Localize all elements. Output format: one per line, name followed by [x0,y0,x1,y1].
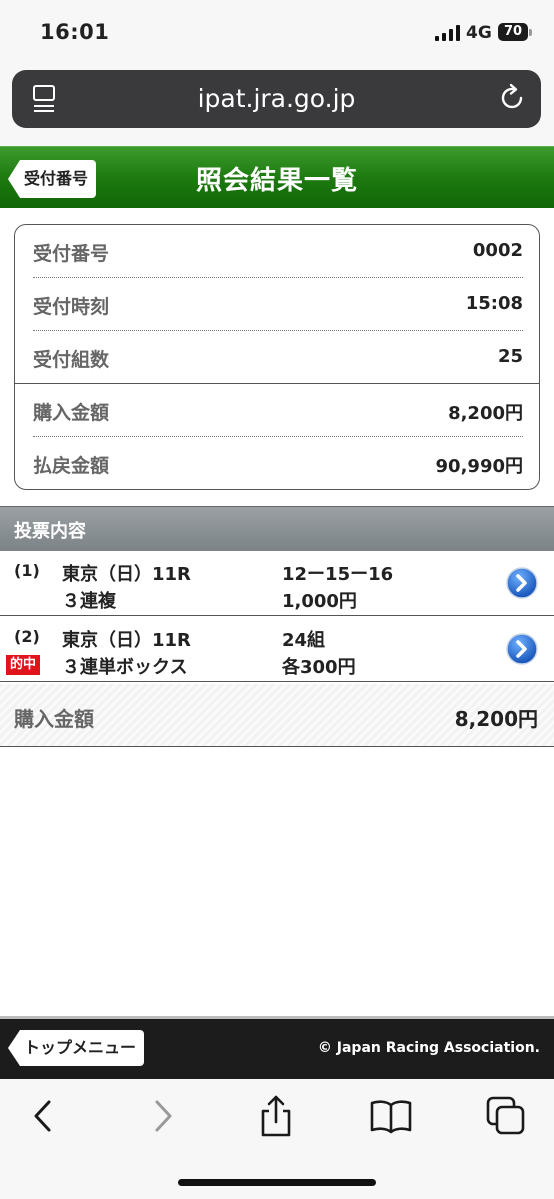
vote-contents-header: 投票内容 [0,506,554,552]
total-purchase-label: 購入金額 [14,707,94,731]
page-header: 受付番号 照会結果一覧 [0,146,554,209]
reload-icon[interactable] [497,83,527,113]
home-indicator [178,1179,376,1186]
chevron-right-icon[interactable] [506,633,538,665]
receipt-count-row: 受付組数 25 [33,331,523,384]
tabs-icon[interactable] [484,1094,528,1138]
receipt-number-label: 受付番号 [33,243,110,265]
bet-row[interactable]: (2) 東京（日）11R 的中 ３連単ボックス 24組 各300円 [0,617,554,682]
battery-icon: 70 [498,23,528,41]
bet-race: 東京（日）11R [62,564,191,585]
page-footer: トップメニュー © Japan Racing Association. [0,1016,554,1079]
payout-amount-row: 払戻金額 90,990円 [33,437,523,489]
bookmarks-icon[interactable] [369,1094,413,1138]
receipt-time-label: 受付時刻 [33,296,110,318]
page-title: 照会結果一覧 [195,166,358,196]
payout-amount-value: 90,990円 [435,456,523,477]
receipt-count-value: 25 [497,346,523,367]
receipt-number-row: 受付番号 0002 [33,225,523,278]
receipt-summary: 受付番号 0002 受付時刻 15:08 受付組数 25 購入金額 8,200円… [14,224,540,490]
chevron-right-icon[interactable] [506,567,538,599]
bet-type: ３連複 [62,591,116,612]
back-arrow-icon[interactable] [22,1094,66,1138]
clock: 16:01 [40,20,110,44]
bet-combination: 12ー15ー16 [282,564,394,585]
hit-badge: 的中 [6,655,41,675]
bet-combination: 24組 [282,630,326,651]
total-purchase-row: 購入金額 8,200円 [0,684,554,747]
bet-number: (2) [14,627,40,646]
status-bar: 16:01 4G 70 [0,0,554,66]
vote-contents-title: 投票内容 [14,521,86,542]
address-bar[interactable]: ipat.jra.go.jp [12,70,541,128]
bet-row[interactable]: (1) 東京（日）11R ３連複 12ー15ー16 1,000円 [0,551,554,616]
forward-arrow-icon[interactable] [140,1094,184,1138]
bet-race: 東京（日）11R [62,630,191,651]
receipt-count-label: 受付組数 [33,349,110,371]
receipt-time-value: 15:08 [465,293,523,314]
network-type: 4G [466,23,492,43]
purchase-amount-row: 購入金額 8,200円 [33,384,523,437]
payout-amount-label: 払戻金額 [33,455,110,477]
bet-amount: 1,000円 [282,591,357,612]
share-icon[interactable] [254,1094,298,1138]
bet-amount: 各300円 [282,657,356,678]
bet-type: ３連単ボックス [62,657,188,678]
purchase-amount-label: 購入金額 [33,402,110,424]
top-menu-button[interactable]: トップメニュー [8,1030,145,1066]
receipt-time-row: 受付時刻 15:08 [33,278,523,331]
cell-signal-icon [435,25,460,41]
purchase-amount-value: 8,200円 [448,403,523,424]
main-content: 受付番号 0002 受付時刻 15:08 受付組数 25 購入金額 8,200円… [0,208,554,1016]
url-text[interactable]: ipat.jra.go.jp [12,84,541,113]
copyright: © Japan Racing Association. [317,1040,540,1056]
total-purchase-value: 8,200円 [454,707,538,731]
bet-number: (1) [14,561,40,580]
battery-tip [529,29,532,36]
receipt-number-value: 0002 [472,240,523,261]
